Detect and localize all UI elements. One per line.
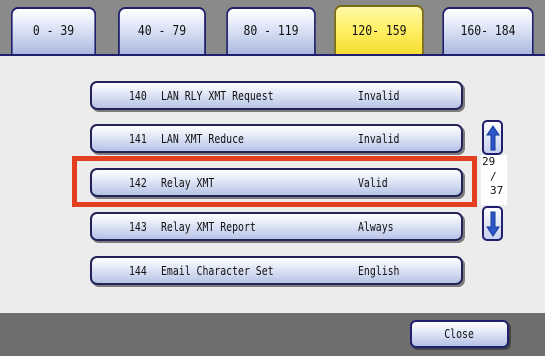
item-value: Always xyxy=(358,220,394,234)
item-number: 144 xyxy=(129,264,147,278)
item-value: English xyxy=(358,264,400,278)
tab-label: 80 - 119 xyxy=(243,24,299,39)
page-indicator: 29 / 37 xyxy=(481,155,507,205)
scroll-down-button[interactable] xyxy=(482,206,503,241)
close-label: Close xyxy=(444,327,475,341)
tab-label: 160- 184 xyxy=(460,24,516,39)
tab-40-79[interactable]: 40 - 79 xyxy=(118,7,206,54)
item-label: Email Character Set xyxy=(161,264,274,278)
page-separator: / xyxy=(490,170,497,183)
tab-bar: 0 - 39 40 - 79 80 - 119 120- 159 160- 18… xyxy=(0,0,545,56)
setting-item-144[interactable]: 144 Email Character Set English xyxy=(90,256,463,285)
item-value: Invalid xyxy=(358,132,400,146)
close-button[interactable]: Close xyxy=(410,320,509,348)
item-number: 141 xyxy=(129,132,147,146)
setting-item-141[interactable]: 141 LAN XMT Reduce Invalid xyxy=(90,124,463,153)
item-label: LAN XMT Reduce xyxy=(161,132,244,146)
tab-160-184[interactable]: 160- 184 xyxy=(442,7,534,54)
selection-highlight xyxy=(72,156,477,207)
tab-120-159[interactable]: 120- 159 xyxy=(334,5,424,56)
tab-0-39[interactable]: 0 - 39 xyxy=(10,7,97,54)
page-current: 29 xyxy=(482,155,496,168)
item-label: Relay XMT Report xyxy=(161,220,256,234)
footer-bar: Close xyxy=(0,313,545,356)
tab-label: 0 - 39 xyxy=(32,24,75,39)
item-number: 140 xyxy=(129,89,147,103)
tab-label: 40 - 79 xyxy=(137,24,187,39)
item-label: LAN RLY XMT Request xyxy=(161,89,274,103)
item-number: 143 xyxy=(129,220,147,234)
setting-item-143[interactable]: 143 Relay XMT Report Always xyxy=(90,212,463,241)
tab-80-119[interactable]: 80 - 119 xyxy=(226,7,316,54)
arrow-down-icon xyxy=(486,211,500,237)
setting-item-140[interactable]: 140 LAN RLY XMT Request Invalid xyxy=(90,81,463,110)
page-total: 37 xyxy=(490,184,504,197)
arrow-up-icon xyxy=(486,125,500,151)
tab-label: 120- 159 xyxy=(351,24,407,39)
item-value: Invalid xyxy=(358,89,400,103)
settings-screen: 0 - 39 40 - 79 80 - 119 120- 159 160- 18… xyxy=(0,0,545,356)
scroll-up-button[interactable] xyxy=(482,120,503,155)
